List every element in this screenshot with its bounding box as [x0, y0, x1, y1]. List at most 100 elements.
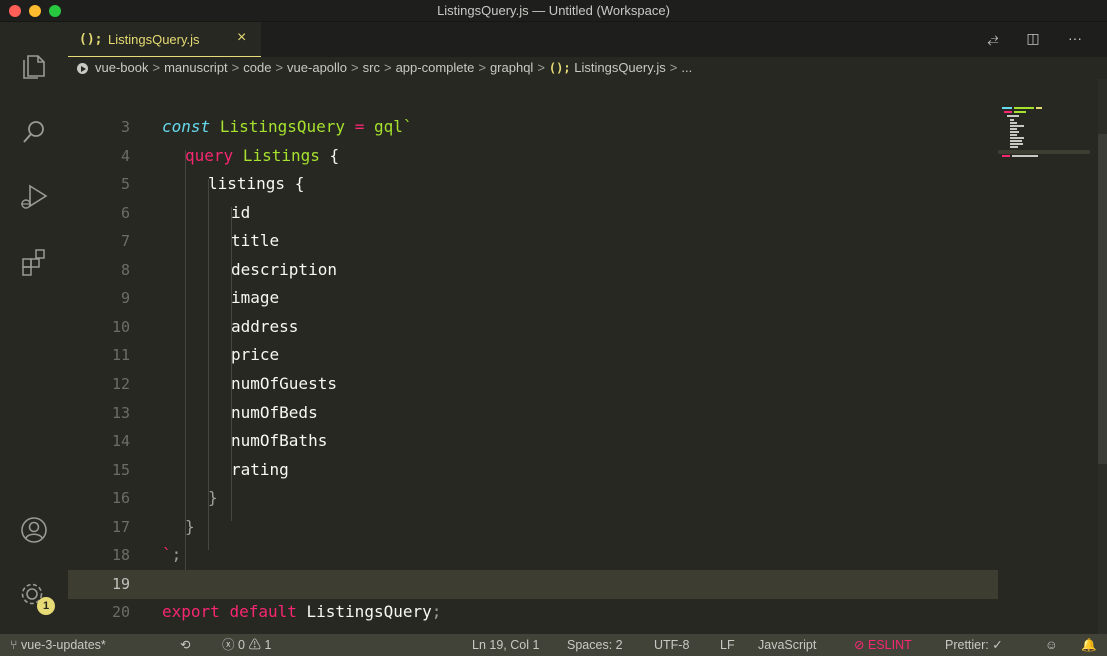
breadcrumb-separator: >: [669, 60, 678, 75]
line-number: 17: [111, 518, 130, 536]
editor-actions: ⥄ ◫ ···: [983, 30, 1093, 50]
code-line: 6 id: [68, 199, 998, 228]
code-line: 14 numOfBaths: [68, 427, 998, 456]
line-number: 10: [111, 318, 130, 336]
code-line: 18 `;: [68, 541, 998, 570]
git-branch-icon: ⑂: [10, 638, 18, 652]
breadcrumb-js-icon: ();: [548, 61, 571, 75]
branch-status[interactable]: ⑂ vue-3-updates*: [10, 634, 106, 656]
search-icon[interactable]: [18, 116, 50, 148]
tab-label: ListingsQuery.js: [108, 32, 200, 47]
activity-bar: 1: [0, 22, 68, 634]
token-template-tag: gql`: [373, 117, 413, 136]
code-line: 4 query Listings {: [68, 142, 998, 171]
editor-window: ListingsQuery.js — Untitled (Workspace): [0, 0, 1107, 656]
breadcrumb-separator: >: [275, 60, 284, 75]
status-bar: ⑂ vue-3-updates* ⟲ ⓧ 0 ⚠ 1 Ln 19, Col 1 …: [0, 634, 1107, 656]
line-number: 13: [111, 404, 130, 422]
token-keyword: query: [185, 146, 234, 165]
breadcrumb-separator: >: [231, 60, 240, 75]
code-line: 13 numOfBeds: [68, 399, 998, 428]
line-number: 14: [111, 432, 130, 450]
code-text: query Listings {: [185, 142, 339, 171]
split-editor-icon[interactable]: ◫: [1023, 30, 1043, 50]
line-number: 8: [120, 261, 130, 279]
eol-status[interactable]: LF: [720, 634, 735, 656]
code-line: 11 price: [68, 341, 998, 370]
breadcrumb-separator: >: [152, 60, 161, 75]
tab-bar: (); ListingsQuery.js × ⥄ ◫ ···: [68, 22, 1107, 57]
token-field: listings: [208, 174, 286, 193]
indentation-status[interactable]: Spaces: 2: [567, 634, 623, 656]
notification-badge: 1: [37, 597, 55, 615]
line-number: 9: [120, 289, 130, 307]
scrollbar-thumb[interactable]: [1098, 134, 1107, 464]
breadcrumb-item[interactable]: code: [243, 60, 271, 75]
line-number: 5: [120, 175, 130, 193]
breadcrumb-item[interactable]: vue-book: [95, 60, 148, 75]
token-semicolon: ;: [171, 545, 182, 564]
breadcrumb-more[interactable]: ...: [681, 60, 692, 75]
code-text: listings {: [208, 170, 304, 199]
breadcrumb-separator: >: [478, 60, 486, 75]
encoding-status[interactable]: UTF-8: [654, 634, 689, 656]
token-field: description: [231, 260, 337, 279]
line-number: 18: [111, 546, 130, 564]
breadcrumb-item[interactable]: manuscript: [164, 60, 228, 75]
tab-listings-query[interactable]: (); ListingsQuery.js ×: [68, 22, 261, 57]
token-field: title: [231, 231, 280, 250]
token-keyword: export: [162, 602, 220, 621]
extensions-icon[interactable]: [18, 246, 50, 278]
sync-icon[interactable]: ⟲: [180, 634, 190, 656]
eslint-blocked-icon: ⊘: [854, 638, 865, 652]
code-text: `;: [162, 541, 181, 570]
language-mode[interactable]: JavaScript: [758, 634, 816, 656]
compare-changes-icon[interactable]: ⥄: [983, 30, 1003, 50]
breadcrumb: vue-book > manuscript > code > vue-apollo > src >…: [68, 57, 1107, 79]
badge-count: 1: [42, 600, 50, 612]
more-actions-icon[interactable]: ···: [1065, 30, 1085, 50]
breadcrumb-item[interactable]: graphql: [490, 60, 533, 75]
token-field: numOfGuests: [231, 374, 337, 393]
breadcrumb-item[interactable]: app-complete: [396, 60, 475, 75]
token-backtick: `: [162, 545, 172, 564]
notifications-bell-icon[interactable]: 🔔: [1081, 634, 1097, 656]
token-field: address: [231, 317, 299, 336]
token-identifier: ListingsQuery: [219, 117, 346, 136]
token-field: image: [231, 288, 280, 307]
minimap[interactable]: [998, 79, 1098, 634]
problems-status[interactable]: ⓧ 0 ⚠ 1: [222, 634, 271, 656]
eslint-label: ESLINT: [867, 638, 912, 652]
cursor-position[interactable]: Ln 19, Col 1: [472, 634, 539, 656]
vertical-scrollbar[interactable]: [1098, 79, 1107, 634]
code-line: 16 }: [68, 484, 998, 513]
breadcrumb-item[interactable]: src: [363, 60, 380, 75]
branch-name: vue-3-updates*: [21, 638, 106, 652]
run-debug-icon[interactable]: [18, 180, 50, 212]
breadcrumb-file[interactable]: ListingsQuery.js: [574, 60, 666, 75]
token-brace: }: [208, 488, 218, 507]
line-number: 15: [111, 461, 130, 479]
code-editor[interactable]: 3 const ListingsQuery = gql` 4 query Lis…: [68, 79, 1107, 634]
account-icon[interactable]: [18, 514, 50, 546]
code-line: 3 const ListingsQuery = gql`: [68, 113, 998, 142]
line-number: 16: [111, 489, 130, 507]
token-brace: }: [185, 517, 195, 536]
token-field: price: [231, 345, 280, 364]
token-identifier: ListingsQuery: [306, 602, 432, 621]
eslint-status[interactable]: ⊘ ESLINT: [854, 634, 912, 656]
breadcrumb-separator: >: [537, 60, 545, 75]
code-line: 15 rating: [68, 456, 998, 485]
token-field: id: [231, 203, 251, 222]
token-brace: {: [329, 146, 340, 165]
breadcrumb-separator: >: [351, 60, 359, 75]
prettier-status[interactable]: Prettier: ✓: [945, 634, 1003, 656]
token-field: numOfBeds: [231, 403, 318, 422]
breadcrumb-separator: >: [383, 60, 392, 75]
explorer-icon[interactable]: [18, 50, 50, 82]
breadcrumb-item[interactable]: vue-apollo: [287, 60, 347, 75]
code-line: 10 address: [68, 313, 998, 342]
feedback-icon[interactable]: ☺: [1045, 634, 1058, 656]
code-line: 7 title: [68, 227, 998, 256]
tab-close-icon[interactable]: ×: [237, 29, 246, 47]
